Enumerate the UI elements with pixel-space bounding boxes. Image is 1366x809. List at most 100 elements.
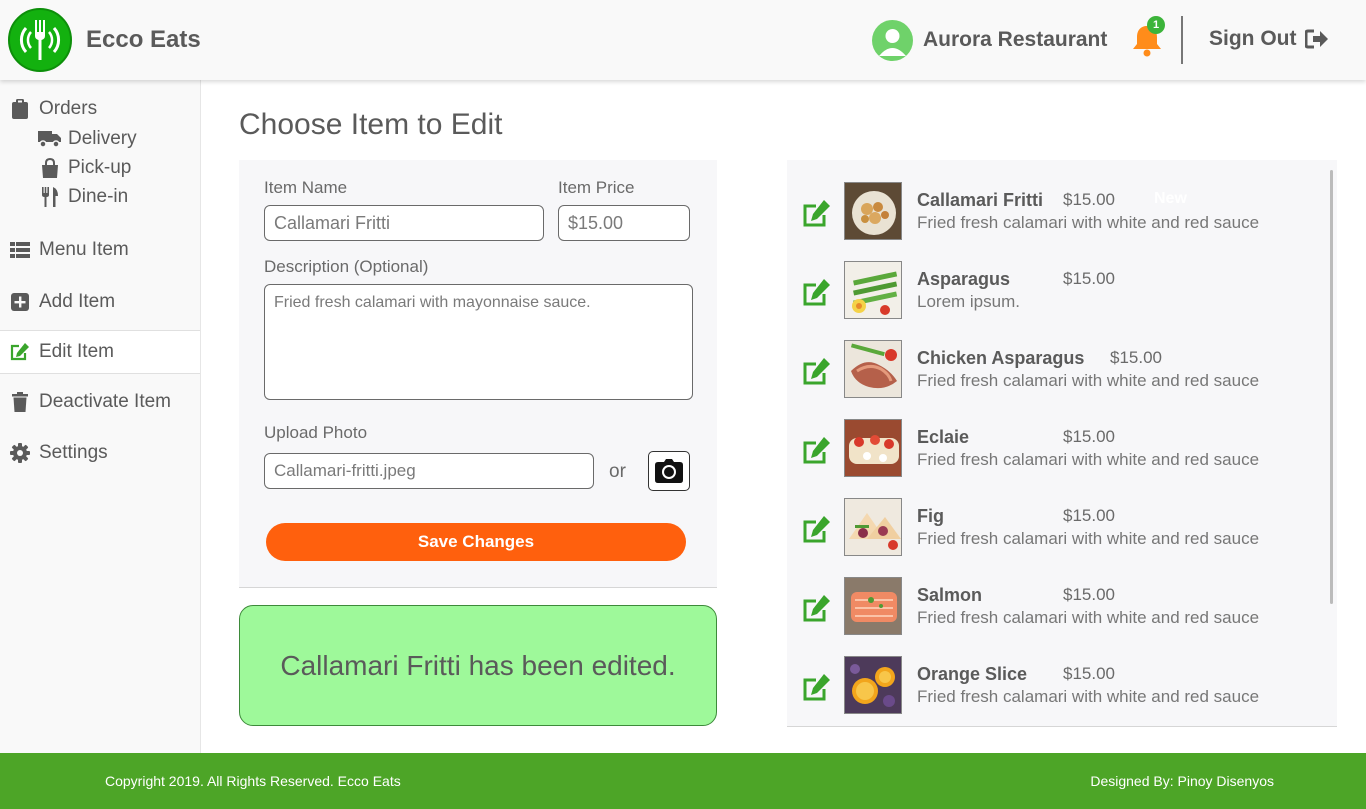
upload-photo-label: Upload Photo: [264, 423, 368, 442]
edit-form: Item Name Item Price Description (Option…: [239, 160, 717, 588]
food-thumbnail: [844, 498, 902, 556]
description-textarea[interactable]: Fried fresh calamari with mayonnaise sau…: [264, 284, 693, 400]
edit-icon[interactable]: [802, 199, 832, 229]
sidebar-item-label: Edit Item: [39, 341, 114, 362]
sidebar-item-deactivate-item[interactable]: Deactivate Item: [0, 390, 200, 414]
sign-out-label: Sign Out: [1209, 27, 1297, 50]
item-description: Fried fresh calamari with white and red …: [917, 608, 1260, 627]
edit-icon[interactable]: [802, 357, 832, 387]
item-description: Fried fresh calamari with white and red …: [917, 213, 1260, 232]
trash-icon: [10, 392, 30, 412]
sidebar-item-add-item[interactable]: Add Item: [0, 290, 200, 314]
edit-icon[interactable]: [802, 673, 832, 703]
item-description: Fried fresh calamari with white and red …: [917, 529, 1260, 548]
item-price: $15.00: [1110, 348, 1162, 367]
success-alert: Callamari Fritti has been edited.: [239, 605, 717, 726]
sidebar-item-pickup[interactable]: Pick-up: [38, 157, 131, 179]
list-item[interactable]: Callamari Fritti $15.00 New Fried fresh …: [787, 182, 1327, 261]
item-price: $15.00: [1063, 190, 1115, 209]
item-name: Orange Slice: [917, 664, 1028, 684]
sidebar-item-dinein[interactable]: Dine-in: [38, 186, 128, 208]
shopping-bag-icon: [38, 158, 62, 178]
plus-square-icon: [10, 292, 30, 312]
food-thumbnail: [844, 340, 902, 398]
fork-logo-icon[interactable]: [8, 8, 72, 72]
list-item[interactable]: Fig $15.00 Fried fresh calamari with whi…: [787, 498, 1327, 577]
sign-out-icon: [1304, 29, 1328, 49]
sidebar-item-label: Orders: [39, 98, 98, 119]
sidebar-item-settings[interactable]: Settings: [0, 441, 200, 465]
list-item[interactable]: Salmon $15.00 Fried fresh calamari with …: [787, 577, 1327, 656]
sidebar-item-label: Add Item: [39, 291, 116, 312]
item-name: Salmon: [917, 585, 983, 605]
page-title: Choose Item to Edit: [239, 108, 503, 141]
footer: Copyright 2019. All Rights Reserved. Ecc…: [0, 753, 1366, 809]
new-badge: New: [1154, 190, 1187, 207]
or-text: or: [609, 461, 626, 482]
upload-photo-input[interactable]: [264, 453, 594, 489]
alert-message: Callamari Fritti has been edited.: [280, 649, 676, 681]
edit-icon: [10, 342, 30, 362]
sidebar-item-orders[interactable]: Orders: [0, 98, 200, 120]
gear-icon: [10, 443, 30, 463]
list-item[interactable]: Eclaie $15.00 Fried fresh calamari with …: [787, 419, 1327, 498]
sidebar-item-label: Delivery: [68, 128, 137, 149]
item-price: $15.00: [1063, 269, 1115, 288]
item-name: Fig: [917, 506, 944, 526]
item-price: $15.00: [1063, 585, 1115, 604]
utensils-icon: [38, 187, 62, 207]
user-avatar-icon[interactable]: [872, 20, 913, 61]
sidebar-item-label: Settings: [39, 442, 108, 463]
item-price: $15.00: [1063, 664, 1115, 683]
designed-by-text: Designed By: Pinoy Disenyos: [1090, 773, 1274, 789]
save-changes-button[interactable]: Save Changes: [266, 523, 686, 561]
food-thumbnail: [844, 419, 902, 477]
item-name: Asparagus: [917, 269, 1011, 289]
item-description: Fried fresh calamari with white and red …: [917, 371, 1260, 390]
item-price: $15.00: [1063, 506, 1115, 525]
camera-icon: [655, 459, 683, 483]
edit-icon[interactable]: [802, 436, 832, 466]
sidebar: Orders Delivery Pick-up Dine-in Menu Ite…: [0, 80, 201, 753]
item-price: $15.00: [1063, 427, 1115, 446]
list-icon: [10, 240, 30, 260]
item-price-label: Item Price: [558, 178, 635, 197]
item-name: Callamari Fritti: [917, 190, 1044, 210]
sidebar-item-label: Dine-in: [68, 186, 129, 207]
menu-item-list: Callamari Fritti $15.00 New Fried fresh …: [787, 160, 1337, 727]
list-item[interactable]: Asparagus $15.00 Lorem ipsum.: [787, 261, 1327, 340]
notification-badge: 1: [1147, 16, 1165, 34]
clipboard-icon: [10, 99, 30, 119]
camera-button[interactable]: [648, 451, 690, 491]
list-item[interactable]: Orange Slice $15.00 Fried fresh calamari…: [787, 656, 1327, 726]
sidebar-item-delivery[interactable]: Delivery: [38, 128, 137, 150]
edit-icon[interactable]: [802, 594, 832, 624]
brand-name: Ecco Eats: [86, 26, 201, 53]
sidebar-item-label: Menu Item: [39, 239, 129, 260]
item-name: Chicken Asparagus: [917, 348, 1085, 368]
food-thumbnail: [844, 182, 902, 240]
sign-out-button[interactable]: Sign Out: [1209, 27, 1329, 51]
food-thumbnail: [844, 656, 902, 714]
list-scrollbar[interactable]: [1330, 170, 1333, 604]
food-thumbnail: [844, 577, 902, 635]
item-description: Lorem ipsum.: [917, 292, 1020, 311]
description-label: Description (Optional): [264, 257, 429, 276]
item-name: Eclaie: [917, 427, 970, 447]
copyright-text: Copyright 2019. All Rights Reserved. Ecc…: [105, 773, 401, 789]
item-name-input[interactable]: [264, 205, 544, 241]
sidebar-item-edit-item[interactable]: Edit Item: [0, 330, 200, 374]
sidebar-item-label: Pick-up: [68, 157, 132, 178]
edit-icon[interactable]: [802, 515, 832, 545]
sidebar-item-label: Deactivate Item: [39, 391, 171, 412]
edit-icon[interactable]: [802, 278, 832, 308]
header-divider: [1181, 16, 1183, 64]
food-thumbnail: [844, 261, 902, 319]
restaurant-name[interactable]: Aurora Restaurant: [923, 28, 1107, 52]
item-price-input[interactable]: [558, 205, 690, 241]
item-description: Fried fresh calamari with white and red …: [917, 687, 1260, 706]
top-header: Ecco Eats Aurora Restaurant 1 Sign Out: [0, 0, 1366, 80]
list-item[interactable]: Chicken Asparagus $15.00 Fried fresh cal…: [787, 340, 1327, 419]
sidebar-item-menu-item[interactable]: Menu Item: [0, 238, 200, 262]
item-name-label: Item Name: [264, 178, 348, 197]
